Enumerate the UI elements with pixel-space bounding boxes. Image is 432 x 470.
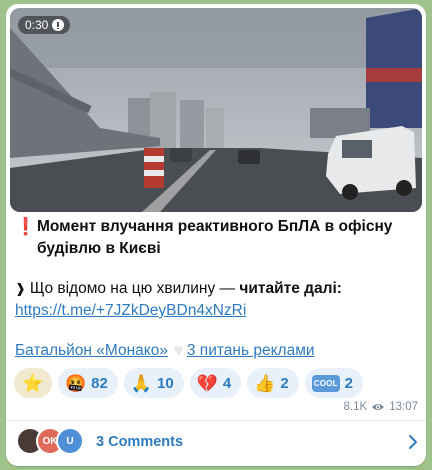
- ads-link[interactable]: 3 питань реклами: [187, 340, 315, 362]
- reaction-count: 2: [280, 374, 289, 392]
- exclamation-icon: ❗: [15, 217, 37, 236]
- message-time: 13:07: [389, 401, 418, 413]
- eye-icon: [372, 404, 385, 410]
- duration-text: 0:30: [25, 18, 49, 32]
- reaction-count: 82: [91, 374, 108, 392]
- avatar: U: [56, 427, 84, 455]
- lead-bold-text: читайте далі:: [239, 280, 342, 297]
- reaction-broken-heart[interactable]: 💔 4: [189, 368, 242, 398]
- reaction-count: 4: [222, 374, 232, 392]
- video-frame: [10, 8, 422, 212]
- arrow-bullet-icon: ❱: [15, 281, 26, 296]
- invite-link[interactable]: https://t.me/+7JZkDeyBDn4xNzRi: [15, 302, 246, 319]
- post-title-text: Момент влучання реактивного БпЛА в офісн…: [37, 218, 393, 257]
- video-preview[interactable]: 0:30: [10, 8, 422, 212]
- info-icon: [52, 19, 65, 31]
- post-lead: ❱ Що відомо на цю хвилину — читайте далі:: [15, 278, 415, 300]
- reaction-angry[interactable]: 🤬 82: [58, 368, 118, 398]
- chevron-right-icon: [409, 435, 417, 449]
- post-link-line: https://t.me/+7JZkDeyBDn4xNzRi: [15, 300, 415, 322]
- pray-icon: 🙏: [130, 373, 153, 393]
- comments-label: 3 Comments: [96, 434, 184, 450]
- reaction-star[interactable]: ⭐: [14, 368, 52, 398]
- video-duration-badge: 0:30: [18, 16, 71, 34]
- message-meta: 8.1K 13:07: [344, 401, 418, 413]
- channel-link[interactable]: Батальйон «Монако»: [15, 340, 168, 362]
- reaction-count: 10: [157, 374, 174, 392]
- post-title: ❗ Момент влучання реактивного БпЛА в офі…: [15, 216, 415, 260]
- message-bubble: 0:30 ❗ Момент влучання реактивного БпЛА …: [6, 4, 426, 466]
- cool-icon: COOL: [311, 374, 340, 392]
- views-count: 8.1K: [343, 401, 368, 413]
- reaction-pray[interactable]: 🙏 10: [123, 368, 184, 398]
- white-heart-icon: ♥: [173, 342, 183, 359]
- comments-divider: [6, 420, 426, 421]
- reaction-thumbs-up[interactable]: 👍 2: [247, 368, 299, 398]
- thumbs-up-icon: 👍: [254, 373, 276, 393]
- reaction-cool[interactable]: COOL 2: [304, 368, 364, 398]
- lead-text: Що відомо на цю хвилину —: [29, 280, 240, 297]
- angry-face-icon: 🤬: [65, 373, 87, 393]
- comments-button[interactable]: OK U 3 Comments: [6, 422, 426, 462]
- reactions-bar: ⭐ 🤬 82 🙏 10 💔 4 👍 2 COOL 2: [14, 368, 364, 398]
- post-footer-links: Батальйон «Монако» ♥ 3 питань реклами: [15, 340, 415, 362]
- commenter-avatars: OK U: [16, 427, 94, 457]
- broken-heart-icon: 💔: [196, 373, 218, 393]
- star-icon: ⭐: [22, 373, 44, 393]
- message-text: ❗ Момент влучання реактивного БпЛА в офі…: [15, 216, 415, 362]
- reaction-count: 2: [344, 374, 354, 392]
